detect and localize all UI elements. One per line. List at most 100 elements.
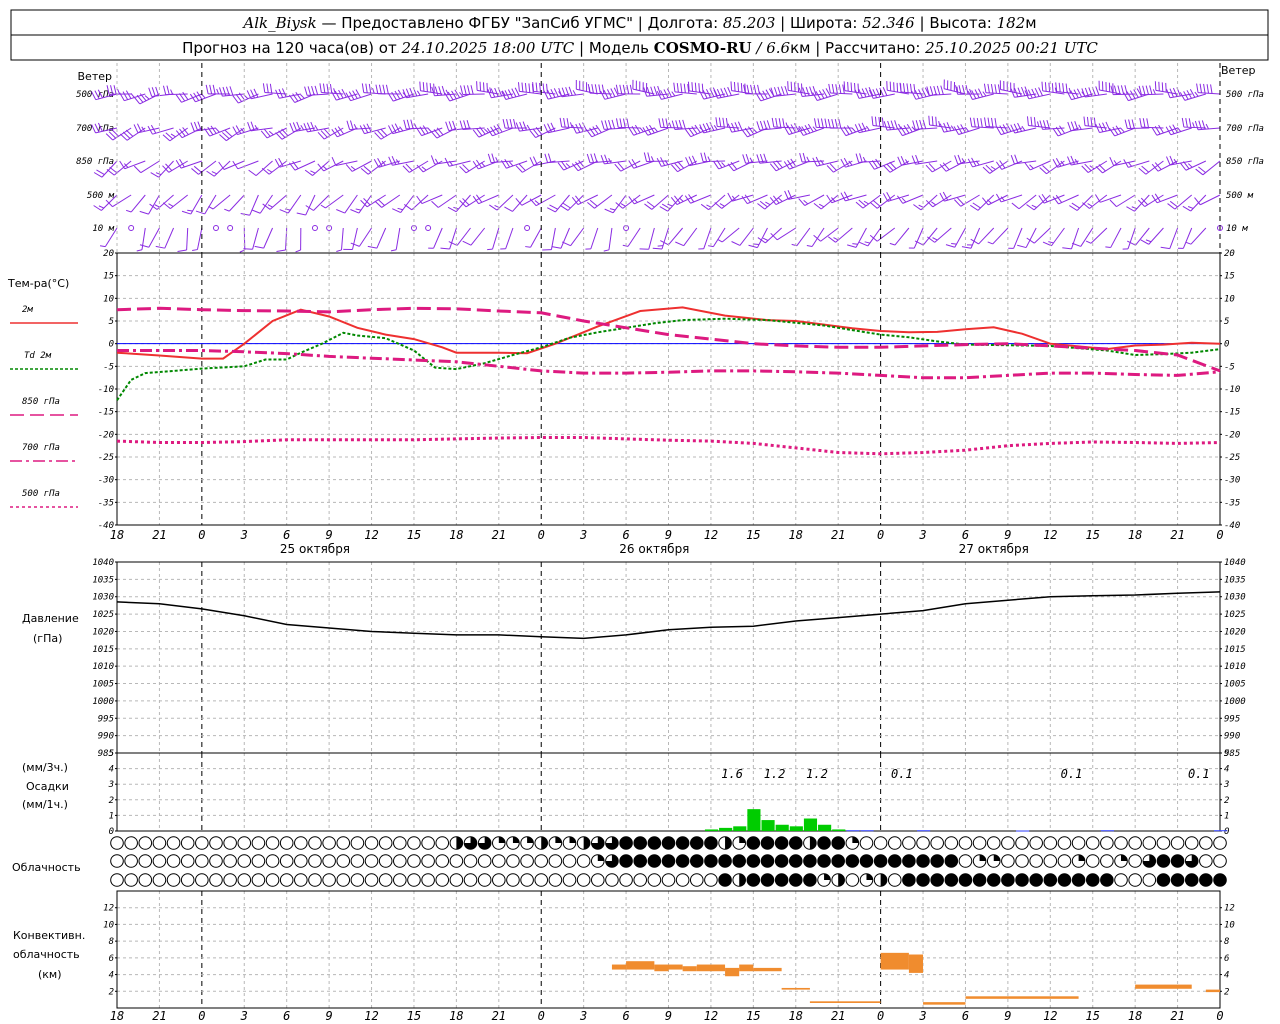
hour-tick: 18 [110, 528, 124, 542]
cloud-disc [1170, 854, 1185, 868]
wind-barb [912, 119, 938, 130]
precip-3h-total: 0.1 [1061, 767, 1083, 781]
model-name: COSMO-RU [654, 39, 752, 57]
precip-unit: (мм/1ч.) [22, 798, 68, 811]
wind-barb [731, 227, 754, 246]
y-tick-left: 0 [109, 340, 114, 350]
cloud-disc [873, 873, 888, 887]
convective-bar [668, 964, 683, 970]
calc-label: | Рассчитано: [810, 39, 925, 57]
wind-barb [1052, 194, 1079, 205]
convective-bars [611, 952, 1220, 1005]
y-tick-right: -25 [1224, 453, 1240, 463]
cloud-disc [506, 854, 520, 868]
wind-barb [1195, 160, 1221, 176]
cloud-disc [1184, 854, 1199, 868]
wind-barb [274, 157, 301, 168]
wind-barb [219, 127, 245, 142]
cloud-disc [930, 854, 944, 868]
cloud-disc [972, 873, 987, 887]
cloud-disc [1029, 873, 1043, 887]
precip-y-ticks: 5 5 4 4 3 3 2 2 1 1 0 0 [108, 749, 1230, 837]
cloud-disc [972, 836, 987, 850]
wind-barb [276, 227, 288, 252]
wind-barb [320, 194, 344, 209]
cloud-disc [916, 836, 930, 850]
cloud-disc [986, 873, 1001, 887]
cloud-disc [195, 873, 209, 887]
wind-barb [529, 194, 556, 207]
provider-text: — Предоставлено ФГБУ "ЗапСиб УГМС" | Дол… [317, 14, 723, 32]
y-tick-left: 20 [103, 249, 114, 259]
convective-bar [682, 966, 697, 972]
wind-barb [1140, 227, 1164, 245]
wind-barb [575, 80, 598, 95]
wind-barb [1017, 227, 1037, 249]
cloud-disc [1043, 854, 1058, 868]
wind-barb [1083, 116, 1107, 129]
wind-barb [1182, 194, 1207, 212]
wind-barb [343, 227, 358, 250]
wind-barb [428, 227, 443, 249]
hour-tick: 6 [962, 1009, 969, 1023]
y-tick-left: -30 [98, 476, 114, 486]
y-tick-left: 3 [108, 780, 114, 790]
cloud-disc [152, 873, 167, 887]
convective-bar [626, 961, 655, 970]
wind-barb [390, 227, 401, 252]
y-tick-left: 4 [109, 765, 114, 775]
wind-barb [869, 194, 896, 209]
hour-tick: 12 [704, 528, 718, 542]
wind-barb [205, 84, 231, 95]
cloud-disc [1043, 836, 1058, 850]
cloud-disc [689, 836, 704, 850]
cloud-disc [605, 873, 619, 887]
cloud-disc [873, 836, 888, 850]
cloud-disc [675, 873, 690, 887]
hour-tick: 0 [538, 528, 545, 542]
cloud-disc [647, 836, 662, 850]
cloud-disc [110, 836, 124, 850]
cloud-disc [647, 854, 662, 868]
y-tick-left: 1010 [92, 662, 114, 672]
wind-barb [462, 227, 486, 246]
cloud-disc [1015, 873, 1029, 887]
cloud-disc [336, 836, 351, 850]
cloud-panel: Облачность [12, 836, 1227, 887]
y-tick-right: 6 [1224, 954, 1229, 964]
cloud-disc [590, 836, 605, 850]
cloud-disc [1199, 854, 1213, 868]
wind-barb [1123, 159, 1150, 168]
wind-barb [373, 157, 400, 168]
convective-bar [696, 964, 726, 972]
y-tick-right: 8 [1224, 937, 1229, 947]
cloud-disc [308, 873, 322, 887]
cloud-disc [237, 836, 252, 850]
hour-tick: 21 [492, 528, 506, 542]
wind-barb [843, 81, 867, 95]
wind-barb [331, 126, 358, 138]
cloud-disc [718, 836, 732, 850]
wind-barb [658, 118, 683, 129]
cloud-disc [944, 873, 959, 887]
cloud-disc [1184, 873, 1199, 887]
wind-barb [430, 155, 457, 165]
cloud-disc [1128, 873, 1142, 887]
y-tick-right: 0 [1224, 827, 1229, 837]
date-label: 25 октября [280, 542, 350, 556]
wind-barb [133, 123, 160, 134]
cloud-disc [152, 836, 167, 850]
y-tick-left: -25 [98, 453, 114, 463]
cloud-disc [958, 836, 973, 850]
cloud-disc [760, 854, 775, 868]
cloud-disc [251, 873, 266, 887]
wind-barb [128, 225, 135, 231]
cloud-disc [1001, 836, 1015, 850]
cloud-disc [605, 836, 619, 850]
wind-barb [472, 159, 499, 170]
wind-barb [345, 89, 372, 102]
wind-barb [585, 124, 613, 138]
cloud-disc [1184, 836, 1199, 850]
wind-barb [714, 194, 740, 209]
panel-frame [116, 890, 1221, 1009]
